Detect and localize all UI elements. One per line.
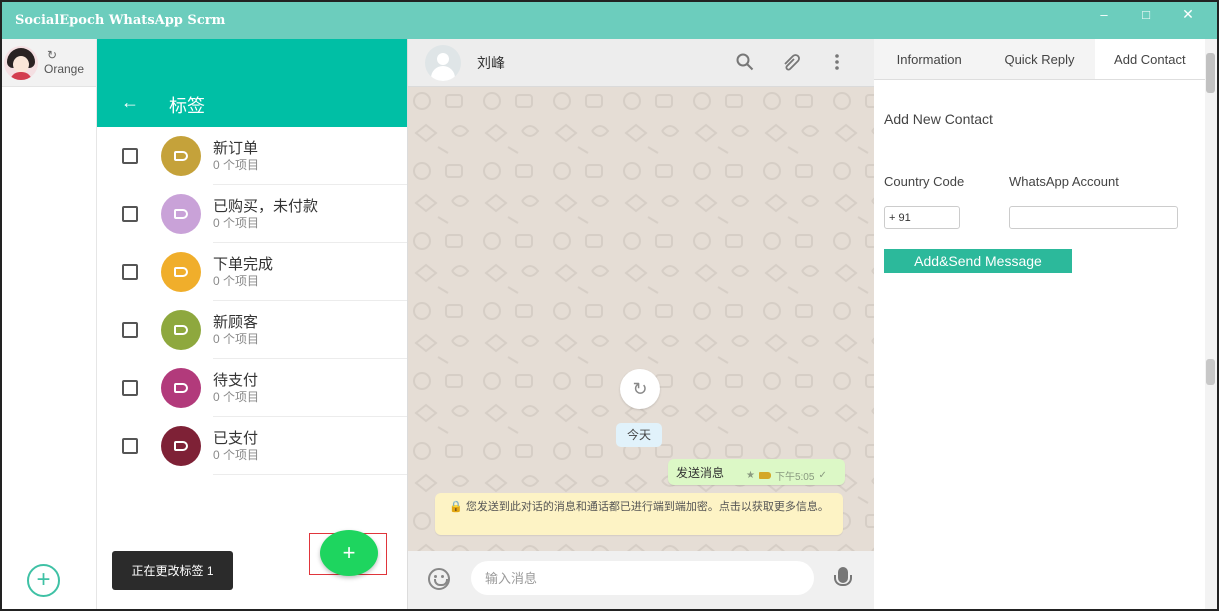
labels-title: 标签 xyxy=(169,96,205,116)
account-sidebar: ↻ Orange + xyxy=(2,39,97,609)
label-checkbox[interactable] xyxy=(122,206,138,222)
labels-panel: ← 标签 新订单0 个项目 已购买，未付款0 个项目 下单完成0 个项目 xyxy=(97,39,408,609)
whatsapp-account-input[interactable] xyxy=(1009,206,1178,229)
minimize-icon[interactable]: – xyxy=(1081,2,1127,26)
label-item[interactable]: 新订单 0 个项目 xyxy=(97,127,407,185)
whatsapp-account-label: WhatsApp Account xyxy=(1009,174,1119,189)
refresh-icon[interactable]: ↻ xyxy=(47,49,57,62)
label-item[interactable]: 新顾客 0 个项目 xyxy=(97,301,407,359)
add-label-button[interactable]: + xyxy=(320,530,378,576)
message-text: 发送消息 xyxy=(676,466,725,480)
country-code-label: Country Code xyxy=(884,174,965,189)
title-bar: SocialEpoch WhatsApp Scrm – □ ✕ xyxy=(2,2,1217,39)
star-icon: ★ xyxy=(746,470,755,481)
side-tabs: Information Quick Reply Add Contact xyxy=(874,39,1205,80)
label-color-dot xyxy=(161,252,201,292)
label-count: 0 个项目 xyxy=(213,389,260,404)
tab-information[interactable]: Information xyxy=(874,39,984,79)
label-color-dot xyxy=(161,194,201,234)
tag-icon xyxy=(174,325,188,335)
more-options-icon[interactable] xyxy=(834,53,840,76)
add-account-button[interactable]: + xyxy=(27,564,60,597)
scrollbar[interactable] xyxy=(1205,39,1217,609)
label-item[interactable]: 待支付 0 个项目 xyxy=(97,359,407,417)
label-color-dot xyxy=(161,368,201,408)
chat-header: 刘峰 xyxy=(408,39,874,87)
encryption-notice[interactable]: 🔒 您发送到此对话的消息和通话都已进行端到端加密。点击以获取更多信息。 xyxy=(435,493,843,535)
read-check-icon: ✓ xyxy=(818,470,827,481)
contact-avatar[interactable] xyxy=(425,44,461,81)
label-name: 已购买，未付款 xyxy=(213,197,319,215)
emoji-icon[interactable] xyxy=(428,568,450,590)
chat-panel: 刘峰 ↻ 今天 发送消息 ★ 下午5:05 ✓ 🔒 您发送到此对话的消息和通话都… xyxy=(408,39,874,609)
label-color-dot xyxy=(161,136,201,176)
date-divider: 今天 xyxy=(616,423,662,447)
search-icon[interactable] xyxy=(736,53,754,76)
maximize-icon[interactable]: □ xyxy=(1123,2,1169,26)
tag-icon xyxy=(174,151,188,161)
label-checkbox[interactable] xyxy=(122,148,138,164)
outgoing-message[interactable]: 发送消息 ★ 下午5:05 ✓ xyxy=(668,459,845,485)
tag-icon xyxy=(758,472,771,479)
label-count: 0 个项目 xyxy=(213,157,260,172)
contact-name[interactable]: 刘峰 xyxy=(477,53,505,73)
tag-icon xyxy=(174,267,188,277)
label-item[interactable]: 已支付 0 个项目 xyxy=(97,417,407,475)
section-title: Add New Contact xyxy=(884,111,993,127)
scrollbar-thumb-secondary[interactable] xyxy=(1206,359,1215,385)
side-panel: Information Quick Reply Add Contact Add … xyxy=(874,39,1205,609)
label-item[interactable]: 已购买，未付款 0 个项目 xyxy=(97,185,407,243)
avatar xyxy=(4,45,38,80)
country-code-input[interactable] xyxy=(884,206,960,229)
label-checkbox[interactable] xyxy=(122,438,138,454)
label-name: 待支付 xyxy=(213,371,259,389)
label-count: 0 个项目 xyxy=(213,215,260,230)
tag-icon xyxy=(174,441,188,451)
message-composer xyxy=(408,551,874,609)
label-checkbox[interactable] xyxy=(122,264,138,280)
scrollbar-thumb[interactable] xyxy=(1206,53,1215,93)
attach-icon[interactable] xyxy=(782,53,802,76)
tab-quick-reply[interactable]: Quick Reply xyxy=(984,39,1094,79)
microphone-icon[interactable] xyxy=(834,567,852,586)
label-item[interactable]: 下单完成 0 个项目 xyxy=(97,243,407,301)
status-toast: 正在更改标签 1 xyxy=(112,551,233,590)
message-input[interactable] xyxy=(471,561,814,595)
app-title: SocialEpoch WhatsApp Scrm xyxy=(15,13,226,28)
label-name: 下单完成 xyxy=(213,255,274,273)
back-arrow-icon[interactable]: ← xyxy=(121,92,139,113)
label-checkbox[interactable] xyxy=(122,380,138,396)
label-name: 已支付 xyxy=(213,429,259,447)
account-item[interactable]: ↻ Orange xyxy=(2,39,96,87)
app-window: SocialEpoch WhatsApp Scrm – □ ✕ ↻ Orange… xyxy=(0,0,1219,611)
label-count: 0 个项目 xyxy=(213,331,260,346)
labels-header: ← 标签 xyxy=(97,39,407,127)
label-name: 新顾客 xyxy=(213,313,259,331)
label-count: 0 个项目 xyxy=(213,273,260,288)
message-time: 下午5:05 xyxy=(774,472,815,483)
tab-add-contact[interactable]: Add Contact xyxy=(1094,39,1205,79)
account-name: Orange xyxy=(44,62,85,76)
label-list: 新订单 0 个项目 已购买，未付款 0 个项目 下单完成 0 个项目 新顾客 0 个项目 xyxy=(97,127,407,475)
add-send-message-button[interactable]: Add&Send Message xyxy=(884,249,1072,273)
label-color-dot xyxy=(161,310,201,350)
reload-messages-button[interactable]: ↻ xyxy=(620,369,660,409)
tag-icon xyxy=(174,209,188,219)
label-color-dot xyxy=(161,426,201,466)
label-count: 0 个项目 xyxy=(213,447,260,462)
label-name: 新订单 xyxy=(213,139,259,157)
close-icon[interactable]: ✕ xyxy=(1165,2,1211,26)
tag-icon xyxy=(174,383,188,393)
label-checkbox[interactable] xyxy=(122,322,138,338)
